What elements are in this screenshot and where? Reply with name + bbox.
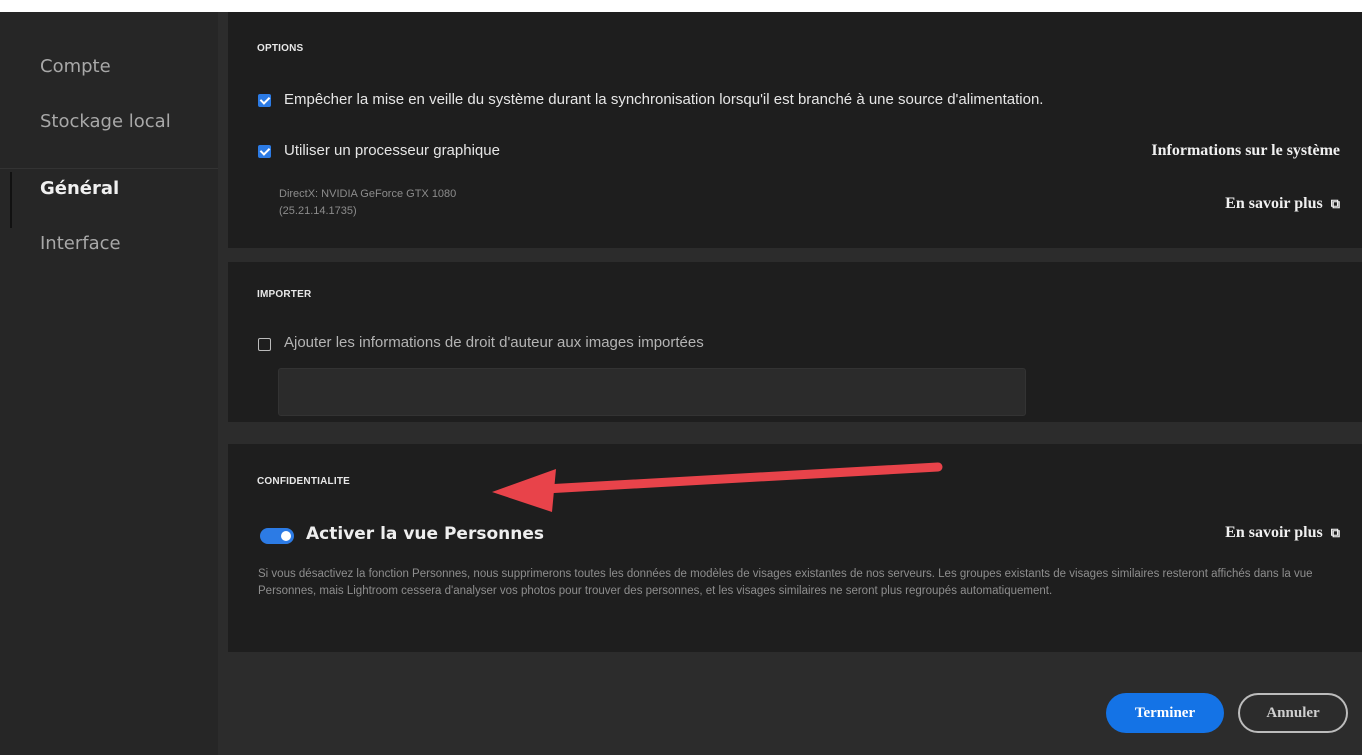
people-view-toggle[interactable] [260,528,294,544]
sidebar-item-stockage-local[interactable]: Stockage local [40,111,171,132]
prevent-sleep-label: Empêcher la mise en veille du système du… [284,91,1044,108]
use-gpu-label: Utiliser un processeur graphique [284,142,500,159]
gpu-info-line1: DirectX: NVIDIA GeForce GTX 1080 [279,188,457,200]
copyright-label: Ajouter les informations de droit d'aute… [284,334,704,351]
external-link-icon: ⧉ [1330,197,1340,212]
people-description: Si vous désactivez la fonction Personnes… [258,568,1313,597]
cancel-button[interactable]: Annuler [1238,693,1348,733]
copyright-text-field[interactable] [278,368,1026,416]
sidebar-item-compte[interactable]: Compte [40,56,111,77]
done-button[interactable]: Terminer [1106,693,1224,733]
confid-learn-more-link[interactable]: En savoir plus ⧉ [1225,524,1340,542]
active-item-marker [10,172,12,228]
toggle-knob [281,531,291,541]
confidentialite-section-title: CONFIDENTIALITE [257,476,350,487]
gpu-info-line2: (25.21.14.1735) [279,205,357,217]
copyright-checkbox[interactable] [258,338,271,351]
sidebar-item-general[interactable]: Général [40,178,119,199]
use-gpu-checkbox[interactable] [258,145,271,158]
importer-section-title: IMPORTER [257,289,312,300]
sidebar: Compte Stockage local Général Interface [0,12,218,755]
confidentialite-section: CONFIDENTIALITE Activer la vue Personnes… [228,444,1362,652]
confid-learn-more-label: En savoir plus [1225,524,1323,541]
sidebar-divider [0,168,218,169]
options-learn-more-link[interactable]: En savoir plus ⧉ [1225,195,1340,213]
options-learn-more-label: En savoir plus [1225,195,1323,212]
sidebar-item-interface[interactable]: Interface [40,233,121,254]
prevent-sleep-checkbox[interactable] [258,94,271,107]
options-section: OPTIONS Empêcher la mise en veille du sy… [228,12,1362,248]
external-link-icon: ⧉ [1330,526,1340,541]
top-strip [0,0,1362,12]
system-info-link[interactable]: Informations sur le système [1151,142,1340,160]
importer-section: IMPORTER Ajouter les informations de dro… [228,262,1362,422]
options-section-title: OPTIONS [257,43,304,54]
people-view-label: Activer la vue Personnes [306,524,544,544]
